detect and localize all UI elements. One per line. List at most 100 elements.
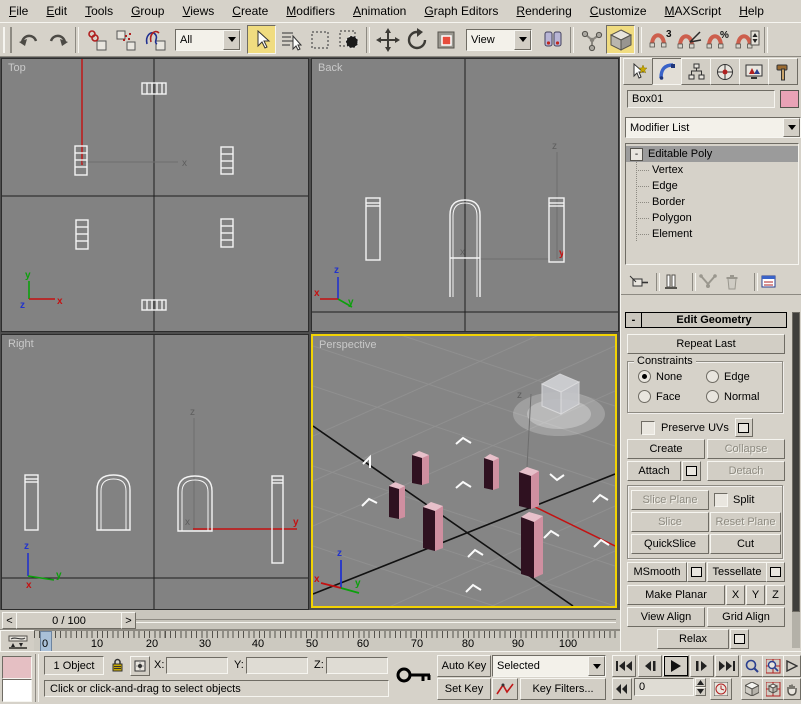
stack-item-editable-poly[interactable]: - Editable Poly: [626, 146, 798, 162]
snap-3d-icon[interactable]: 3: [645, 25, 674, 54]
tab-utilities[interactable]: [768, 58, 798, 85]
slice-plane-button[interactable]: Slice Plane: [631, 490, 709, 510]
current-frame-field[interactable]: 0: [634, 678, 694, 696]
zoom-extents-icon[interactable]: [741, 678, 763, 700]
stack-expand-toggle[interactable]: -: [630, 148, 643, 161]
msmooth-button[interactable]: MSmooth: [627, 562, 687, 582]
go-to-start-icon[interactable]: [612, 655, 636, 677]
viewport-top-label[interactable]: Top: [8, 62, 26, 74]
stack-item-border[interactable]: Border: [626, 194, 798, 210]
menu-modifiers[interactable]: Modifiers: [277, 1, 344, 22]
attach-settings-button[interactable]: [682, 461, 701, 481]
viewport-perspective-label[interactable]: Perspective: [319, 339, 376, 351]
viewport-right-canvas[interactable]: z x y z x y: [2, 335, 308, 609]
repeat-last-button[interactable]: Repeat Last: [627, 334, 785, 354]
select-and-move-icon[interactable]: [373, 25, 402, 54]
select-by-name-icon[interactable]: [276, 25, 305, 54]
relax-settings-button[interactable]: [730, 629, 749, 649]
tab-create[interactable]: [623, 58, 653, 85]
key-mode-dropdown[interactable]: Selected: [492, 655, 606, 677]
menu-rendering[interactable]: Rendering: [507, 1, 580, 22]
listener-splitter[interactable]: [35, 654, 39, 702]
menu-graph-editors[interactable]: Graph Editors: [415, 1, 507, 22]
stack-item-polygon[interactable]: Polygon: [626, 210, 798, 226]
collapse-button[interactable]: Collapse: [707, 439, 785, 459]
preserve-uvs-checkbox[interactable]: [641, 421, 655, 435]
bind-to-space-warp-icon[interactable]: [140, 25, 169, 54]
maxscript-mini-listener-pink[interactable]: [2, 656, 32, 679]
field-of-view-icon[interactable]: [783, 655, 801, 677]
tab-modify[interactable]: [652, 58, 682, 85]
detach-button[interactable]: Detach: [707, 461, 785, 481]
edit-geometry-rollout-header[interactable]: - Edit Geometry: [625, 312, 787, 328]
track-bar-ruler[interactable]: 0 10 20 30 40 50 60 70 80 90 100: [34, 630, 620, 652]
tab-hierarchy[interactable]: [681, 58, 711, 85]
snaps-toggle-icon[interactable]: [606, 25, 635, 54]
next-frame-icon[interactable]: [690, 655, 714, 677]
command-panel-scrollbar[interactable]: [792, 312, 800, 648]
x-coordinate-field[interactable]: [166, 657, 228, 674]
time-configuration-icon[interactable]: [710, 678, 732, 700]
show-end-result-icon[interactable]: [663, 274, 689, 290]
constraint-none-radio[interactable]: None: [638, 370, 682, 383]
attach-button[interactable]: Attach: [627, 461, 681, 481]
cut-button[interactable]: Cut: [710, 534, 781, 554]
pin-stack-icon[interactable]: [629, 274, 653, 290]
msmooth-settings-button[interactable]: [687, 562, 706, 582]
angle-snap-toggle-icon[interactable]: [674, 25, 703, 54]
stack-item-edge[interactable]: Edge: [626, 178, 798, 194]
make-unique-icon[interactable]: [699, 274, 725, 290]
select-object-icon[interactable]: [247, 25, 276, 54]
key-filters-button[interactable]: Key Filters...: [520, 678, 606, 700]
viewport-right[interactable]: Right z x y: [1, 334, 309, 610]
menu-create[interactable]: Create: [223, 1, 277, 22]
select-and-rotate-icon[interactable]: [402, 25, 431, 54]
tessellate-button[interactable]: Tessellate: [707, 562, 767, 582]
select-and-scale-icon[interactable]: [431, 25, 460, 54]
rectangular-selection-region-icon[interactable]: [305, 25, 334, 54]
tab-display[interactable]: [739, 58, 769, 85]
menu-views[interactable]: Views: [173, 1, 223, 22]
select-and-manipulate-icon[interactable]: [577, 25, 606, 54]
modifier-list-dropdown[interactable]: Modifier List: [625, 117, 801, 138]
selection-filter-arrow[interactable]: [223, 30, 240, 50]
toolbar-grip[interactable]: [3, 27, 12, 53]
time-slider-next-button[interactable]: >: [121, 612, 136, 629]
viewport-top-canvas[interactable]: x y x z: [2, 59, 308, 331]
menu-help[interactable]: Help: [730, 1, 773, 22]
maxscript-mini-listener-white[interactable]: [2, 679, 32, 702]
tab-motion[interactable]: [710, 58, 740, 85]
spinner-snap-toggle-icon[interactable]: [732, 25, 761, 54]
unlink-selection-icon[interactable]: [111, 25, 140, 54]
rollout-collapse-icon[interactable]: -: [626, 313, 642, 327]
select-and-link-icon[interactable]: [82, 25, 111, 54]
viewport-back[interactable]: Back z x y: [311, 58, 619, 332]
reset-plane-button[interactable]: Reset Plane: [710, 512, 781, 532]
menu-maxscript[interactable]: MAXScript: [656, 1, 731, 22]
preserve-uvs-settings-button[interactable]: [735, 418, 753, 437]
menu-edit[interactable]: Edit: [37, 1, 76, 22]
menu-tools[interactable]: Tools: [76, 1, 122, 22]
make-planar-x-button[interactable]: X: [726, 585, 745, 605]
stack-item-element[interactable]: Element: [626, 226, 798, 242]
y-coordinate-field[interactable]: [246, 657, 308, 674]
set-key-button[interactable]: Set Key: [437, 678, 491, 700]
go-to-end-icon[interactable]: [715, 655, 739, 677]
absolute-offset-mode-icon[interactable]: [130, 656, 150, 676]
selection-filter-dropdown[interactable]: All: [175, 29, 241, 51]
menu-customize[interactable]: Customize: [581, 1, 656, 22]
key-mode-toggle-icon[interactable]: [612, 678, 632, 700]
viewport-perspective[interactable]: Perspective z: [311, 334, 617, 608]
menu-group[interactable]: Group: [122, 1, 173, 22]
default-in-out-tangents-icon[interactable]: [492, 678, 518, 700]
menu-animation[interactable]: Animation: [344, 1, 415, 22]
configure-modifier-sets-icon[interactable]: [761, 274, 787, 290]
keyboard-shortcut-override-icon[interactable]: [394, 662, 434, 694]
create-button[interactable]: Create: [627, 439, 705, 459]
z-coordinate-field[interactable]: [326, 657, 388, 674]
tessellate-settings-button[interactable]: [766, 562, 785, 582]
scrollbar-thumb[interactable]: [792, 312, 800, 612]
viewport-back-label[interactable]: Back: [318, 62, 342, 74]
viewport-back-canvas[interactable]: z x y z x y: [312, 59, 618, 331]
modifier-list-arrow[interactable]: [783, 118, 800, 137]
